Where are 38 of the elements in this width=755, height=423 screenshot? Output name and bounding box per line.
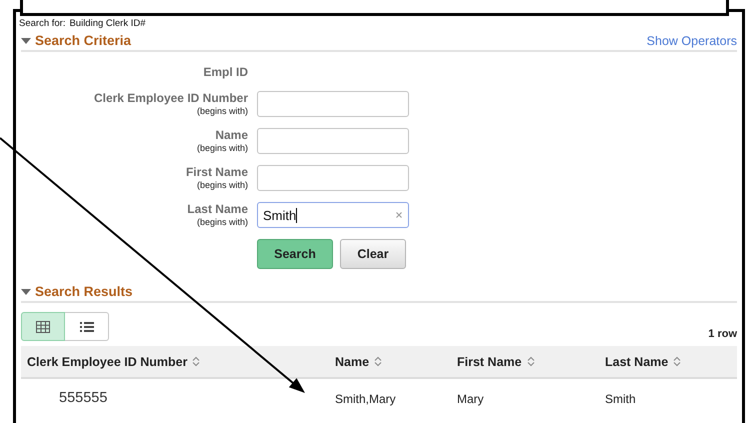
field-label: Empl ID [202,66,248,78]
field-label: Clerk Employee ID Number [92,92,248,104]
show-operators-link[interactable]: Show Operators [646,34,737,48]
input-field[interactable] [257,128,409,154]
search-for-label: Search for: [19,18,66,29]
grid-view-button[interactable] [21,312,65,341]
input-field[interactable]: Smith [257,202,409,228]
field-label: Name [214,128,248,142]
table-cell-text: Smith,Mary [334,391,397,406]
sort-icon [526,356,535,367]
field-hint: (begins with) [196,142,248,154]
field-label: First Name [184,166,248,178]
collapse-icon [21,36,31,44]
column-header[interactable]: Last Name [599,354,737,368]
row-count: 1 row [708,328,737,341]
sort-icon [192,356,200,367]
sort-icon [374,356,382,367]
field-hint: (begins with) [196,104,248,116]
clear-icon [396,212,402,218]
grid-icon [36,320,50,332]
column-header[interactable]: First Name [451,354,599,368]
input-field[interactable] [257,91,409,117]
list-view-button[interactable] [65,312,109,341]
sort-icon [673,356,682,367]
table-cell[interactable]: 555555 [21,379,108,406]
clear-button[interactable]: Clear [340,239,406,269]
column-header[interactable]: Clerk Employee ID Number [21,354,329,368]
table-cell-text: Mary [456,391,485,406]
field-hint: (begins with) [196,216,248,228]
field-label: Last Name [186,202,248,216]
column-header[interactable]: Name [329,354,451,368]
search-for-value: Building Clerk ID# [69,18,146,29]
search-button[interactable]: Search [257,239,333,269]
collapse-icon [21,288,31,296]
input-field[interactable] [257,165,409,191]
field-hint: (begins with) [196,178,248,190]
table-cell-text: Smith [604,391,637,406]
list-icon [80,320,94,332]
